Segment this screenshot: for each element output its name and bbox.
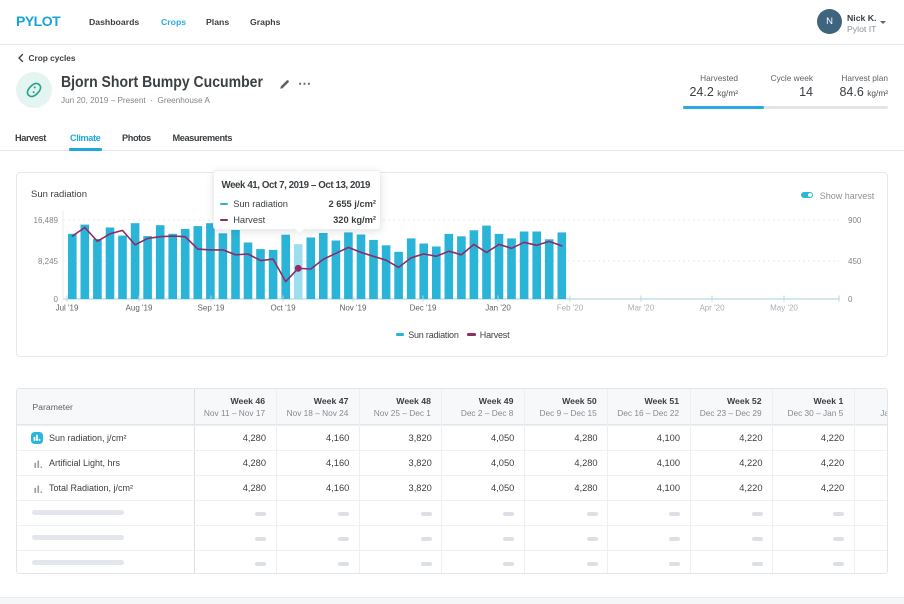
svg-text:Apr '20: Apr '20 <box>699 304 725 313</box>
svg-text:450: 450 <box>848 257 862 266</box>
svg-text:Feb '20: Feb '20 <box>557 304 584 313</box>
svg-text:900: 900 <box>848 216 862 225</box>
svg-text:Mar '20: Mar '20 <box>628 304 655 313</box>
svg-text:16,489: 16,489 <box>34 216 59 225</box>
svg-text:Dec '19: Dec '19 <box>410 304 437 313</box>
svg-text:Jul '19: Jul '19 <box>56 304 79 313</box>
svg-text:Oct '19: Oct '19 <box>270 304 296 313</box>
svg-text:May '20: May '20 <box>770 304 798 313</box>
svg-text:Sep '19: Sep '19 <box>198 304 225 313</box>
svg-text:8,245: 8,245 <box>38 257 59 266</box>
svg-text:Aug '19: Aug '19 <box>126 304 153 313</box>
svg-text:Nov '19: Nov '19 <box>340 304 367 313</box>
svg-text:0: 0 <box>848 295 853 304</box>
svg-text:Jan '20: Jan '20 <box>485 304 511 313</box>
